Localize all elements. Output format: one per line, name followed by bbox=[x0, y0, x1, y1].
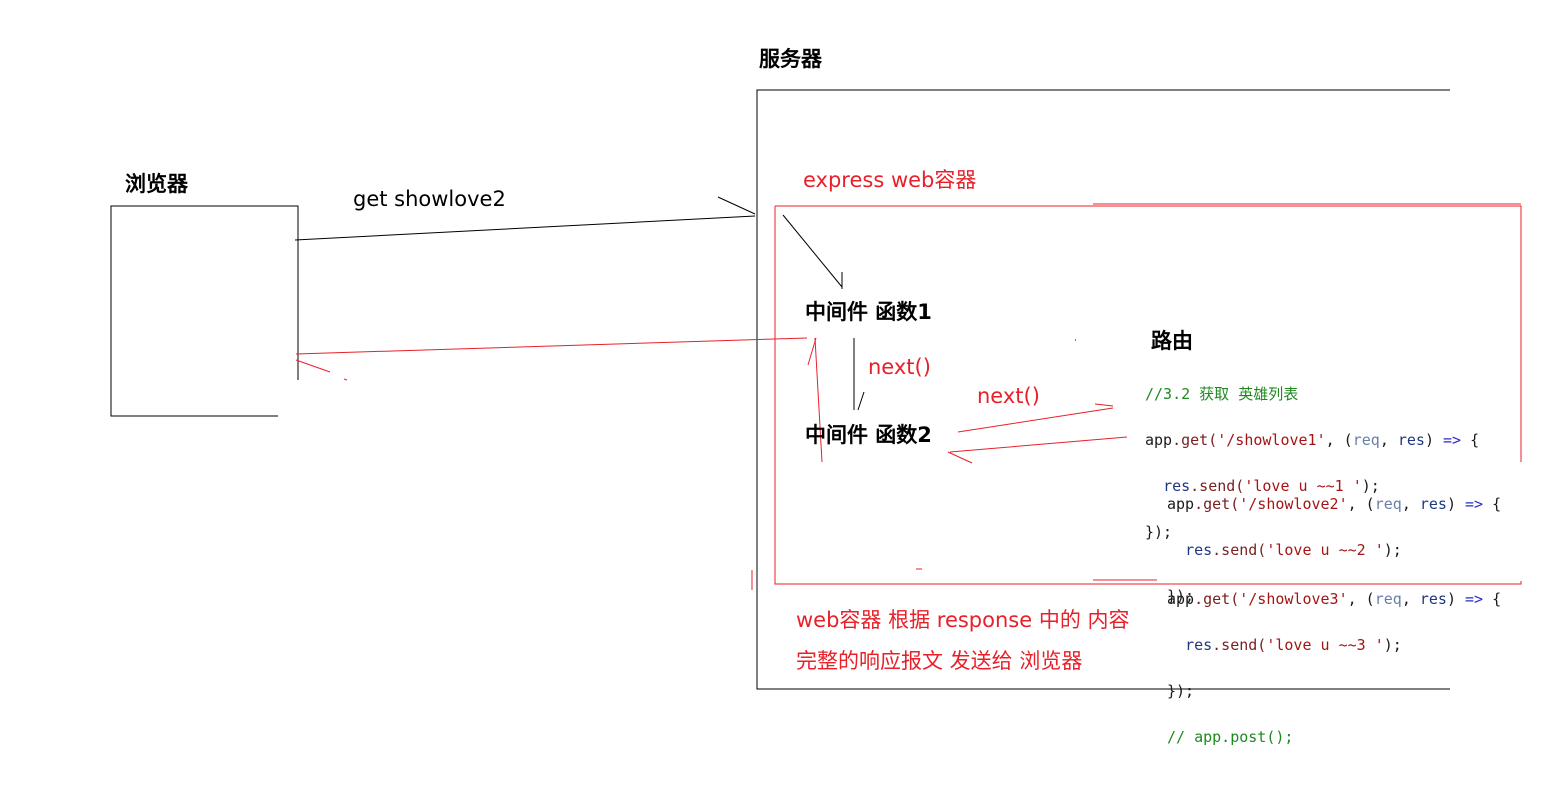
code-line: app.get('/showlove2', (req, res) => { bbox=[1167, 495, 1502, 513]
code-comment: // app.post(); bbox=[1167, 728, 1294, 746]
container-label: express web容器 bbox=[803, 168, 977, 192]
next-to-route-head bbox=[1094, 403, 1114, 407]
middleware2-label: 中间件 函数2 bbox=[805, 423, 932, 447]
code-line: app.get('/showlove3', (req, res) => { bbox=[1167, 590, 1502, 608]
code-block-route3: app.get('/showlove3', (req, res) => { re… bbox=[1167, 565, 1501, 772]
response-arrowhead bbox=[295, 359, 331, 373]
container-entry-line bbox=[782, 214, 843, 288]
routing-label: 路由 bbox=[1151, 329, 1193, 353]
response-arrow-line bbox=[295, 337, 808, 355]
next-label-1: next() bbox=[868, 355, 931, 379]
middleware1-label: 中间件 函数1 bbox=[805, 300, 932, 324]
code-line: app.get('/showlove1', (req, res) => { bbox=[1145, 431, 1480, 449]
request-arrowhead bbox=[717, 196, 756, 215]
response-description-line2: 完整的响应报文 发送给 浏览器 bbox=[796, 649, 1083, 673]
route-return-line bbox=[949, 436, 1128, 453]
browser-box bbox=[110, 205, 299, 417]
next-to-route-line bbox=[957, 407, 1114, 433]
request-label: get showlove2 bbox=[353, 187, 506, 211]
code-comment: //3.2 获取 英雄列表 bbox=[1145, 385, 1299, 403]
code-line: }); bbox=[1167, 682, 1195, 700]
server-label: 服务器 bbox=[759, 47, 822, 71]
browser-label: 浏览器 bbox=[125, 172, 188, 196]
code-line: res.send('love u ~~2 '); bbox=[1185, 541, 1402, 559]
return-up-head bbox=[807, 337, 817, 366]
next-label-2: next() bbox=[977, 384, 1040, 408]
mw-link-head bbox=[857, 391, 865, 411]
code-line: res.send('love u ~~3 '); bbox=[1185, 636, 1402, 654]
request-arrow-line bbox=[294, 215, 756, 241]
route-return-head bbox=[947, 451, 973, 464]
response-description-line1: web容器 根据 response 中的 内容 bbox=[796, 608, 1130, 632]
